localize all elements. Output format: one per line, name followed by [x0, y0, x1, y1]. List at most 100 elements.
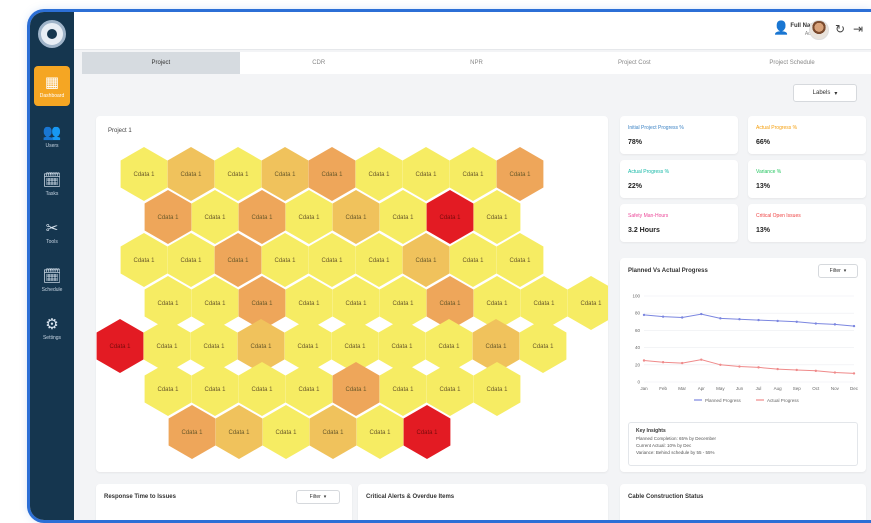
kpi-value: 3.2 Hours: [628, 227, 660, 234]
panel-title: Response Time to Issues: [104, 494, 176, 500]
tab-project-cost[interactable]: Project Cost: [555, 52, 713, 74]
kpi-card: Critical Open Issues 13%: [748, 204, 866, 242]
x-tick-label: Dec: [850, 386, 859, 391]
series-point: [700, 312, 703, 316]
tab-cdr[interactable]: CDR: [240, 52, 398, 74]
labels-dropdown-value: Labels: [812, 90, 831, 96]
kpi-title: Actual Progress %: [756, 125, 798, 131]
hex-cell-label: Cdata 1: [133, 172, 155, 178]
logout-icon[interactable]: ⇥: [853, 22, 863, 36]
x-tick-label: Jun: [736, 386, 744, 391]
kpi-value: 13%: [756, 227, 771, 234]
kpi-value: 13%: [756, 183, 771, 190]
kpi-title: Safety Man-Hours: [628, 213, 669, 219]
kpi-card: Actual Progress % 66%: [748, 116, 866, 154]
sidebar: ▦ Dashboard 👥 Users 🗓 Tasks ✂ Tools 🗓 Schedule ⚙ Se…: [30, 12, 74, 520]
hex-cell-label: Cdata 1: [486, 301, 508, 307]
users-icon: 👥: [42, 122, 62, 141]
key-insights-box: Key Insights Planned Completion: 65% by …: [628, 422, 858, 466]
hex-map: Cdata 1 Cdata 1 Cdata 1 Cdata 1 Cdata 1 Cdata…: [96, 147, 608, 459]
chevron-down-icon: ▾: [323, 494, 327, 500]
dashboard-icon: ▦: [44, 72, 60, 91]
hex-cell-label: Cdata 1: [462, 258, 484, 264]
tab-project[interactable]: Project: [82, 52, 240, 74]
app-window: ▦ Dashboard 👥 Users 🗓 Tasks ✂ Tools 🗓 Schedule ⚙ Se…: [30, 12, 871, 520]
insight-item: Current Actual: 10% by Dec: [636, 443, 692, 448]
hex-cell-label: Cdata 1: [227, 258, 249, 264]
hex-cell-label: Cdata 1: [486, 215, 508, 221]
hex-cell-label: Cdata 1: [321, 172, 343, 178]
hex-cell-label: Cdata 1: [250, 344, 272, 350]
series-point: [776, 319, 779, 323]
hex-cell-label: Cdata 1: [157, 215, 179, 221]
settings-icon: ⚙: [45, 314, 59, 333]
sidebar-item-tasks[interactable]: 🗓 Tasks: [30, 164, 74, 204]
hex-cell-label: Cdata 1: [251, 387, 273, 393]
kpi-value: 78%: [628, 139, 643, 146]
app-logo: [38, 20, 66, 48]
panel-title: Cable Construction Status: [628, 494, 704, 500]
series-line: [643, 359, 855, 374]
refresh-icon[interactable]: ↻: [835, 22, 845, 36]
panel-title: Critical Alerts & Overdue Items: [366, 494, 455, 500]
filter-dropdown[interactable]: Filter ▾: [818, 264, 858, 278]
avatar[interactable]: [809, 20, 829, 40]
kpi-title: Initial Project Progress %: [628, 125, 684, 131]
sidebar-item-tools[interactable]: ✂ Tools: [30, 212, 74, 252]
series-point: [814, 322, 818, 325]
y-tick-label: 100: [632, 294, 640, 299]
y-tick-label: 20: [635, 362, 641, 367]
hex-cell-label: Cdata 1: [322, 430, 344, 436]
series-point: [700, 358, 703, 361]
series-point: [661, 361, 665, 364]
hex-cell-label: Cdata 1: [181, 430, 203, 436]
sidebar-item-schedule[interactable]: 🗓 Schedule: [30, 260, 74, 300]
hex-cell-label: Cdata 1: [439, 215, 461, 221]
tab-project-schedule[interactable]: Project Schedule: [713, 52, 871, 74]
hex-cell-label: Cdata 1: [345, 215, 367, 221]
sidebar-item-label: Tools: [46, 238, 58, 245]
labels-dropdown[interactable]: Labels ▾: [793, 84, 857, 102]
kpi-card: Variance % 13%: [748, 160, 866, 198]
series-point: [795, 320, 798, 323]
progress-line-chart: 0 20 40 60 80 100 Jan Feb Mar Apr May Jun Jul Aug Sep O…: [632, 294, 859, 404]
user-switch-icon[interactable]: 👤: [773, 21, 791, 39]
hex-cell-label: Cdata 1: [416, 430, 438, 436]
series-point: [738, 365, 741, 368]
hex-cell-label: Cdata 1: [532, 344, 554, 350]
sidebar-item-label: Settings: [42, 334, 62, 341]
sidebar-item-label: Schedule: [41, 286, 63, 293]
hex-cell-label: Cdata 1: [368, 258, 390, 264]
x-tick-label: Apr: [698, 386, 706, 391]
hex-cell-label: Cdata 1: [180, 172, 202, 178]
series-point: [642, 359, 646, 362]
sidebar-item-users[interactable]: 👥 Users: [30, 116, 74, 156]
filter-dropdown-value: Filter: [829, 268, 841, 274]
filter-dropdown[interactable]: Filter ▾: [296, 490, 340, 504]
series-line: [643, 313, 855, 327]
x-tick-label: Sep: [793, 386, 802, 391]
response-time-panel: Response Time to Issues Filter ▾: [96, 484, 352, 520]
series-point: [680, 361, 684, 365]
series-point: [814, 369, 818, 373]
tab-bar: Project CDR NPR Project Cost Project Sch…: [82, 52, 871, 74]
hex-cell-label: Cdata 1: [274, 172, 296, 178]
x-tick-label: Jul: [756, 386, 762, 391]
hex-cell-label: Cdata 1: [345, 387, 367, 393]
series-point: [680, 316, 684, 319]
sidebar-item-settings[interactable]: ⚙ Settings: [30, 308, 74, 348]
panel-title: Planned Vs Actual Progress: [628, 268, 708, 274]
hex-cell-label: Cdata 1: [344, 344, 366, 350]
hex-cell-label: Cdata 1: [204, 387, 226, 393]
series-point: [719, 363, 722, 366]
hex-cell-label: Cdata 1: [298, 387, 320, 393]
series-point: [776, 367, 779, 371]
hex-cell-label: Cdata 1: [509, 172, 531, 178]
kpi-title: Critical Open Issues: [756, 213, 801, 219]
sidebar-item-dashboard[interactable]: ▦ Dashboard: [34, 66, 70, 106]
hex-cell-label: Cdata 1: [275, 430, 297, 436]
hex-map-title: Project 1: [108, 128, 132, 134]
sidebar-item-label: Dashboard: [39, 92, 65, 99]
tab-npr[interactable]: NPR: [398, 52, 556, 74]
kpi-card: Actual Progress % 22%: [620, 160, 738, 198]
